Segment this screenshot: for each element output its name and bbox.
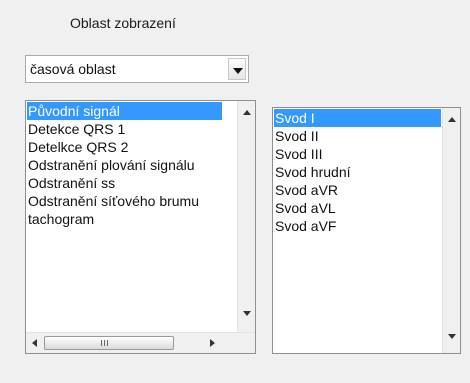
scroll-grip-icon: [101, 340, 102, 346]
list-item[interactable]: Odstranění plování signálu: [27, 156, 238, 174]
list-item[interactable]: Detekce QRS 1: [27, 120, 238, 138]
scroll-up-icon[interactable]: [243, 110, 251, 115]
scroll-grip-icon: [104, 340, 105, 346]
list-item[interactable]: Svod aVR: [274, 181, 441, 199]
list-item[interactable]: Původní signál: [27, 102, 222, 120]
signal-listbox[interactable]: Původní signál Detekce QRS 1 Detelkce QR…: [25, 100, 256, 354]
scroll-right-icon[interactable]: [210, 339, 215, 347]
list-item[interactable]: Odstranění ss: [27, 174, 238, 192]
list-item[interactable]: tachogram: [27, 210, 238, 228]
list-item[interactable]: Svod hrudní: [274, 163, 441, 181]
scroll-thumb[interactable]: [44, 336, 174, 350]
chevron-down-icon: [233, 68, 243, 74]
list-item[interactable]: Svod aVL: [274, 199, 441, 217]
vertical-scrollbar[interactable]: [237, 101, 255, 332]
display-domain-select[interactable]: časová oblast: [25, 55, 249, 83]
scroll-left-icon[interactable]: [32, 339, 37, 347]
list-item[interactable]: Detelkce QRS 2: [27, 138, 238, 156]
list-item[interactable]: Svod I: [274, 109, 441, 127]
list-item[interactable]: Svod II: [274, 127, 441, 145]
panel-title: Oblast zobrazení: [70, 15, 176, 31]
display-domain-value: časová oblast: [30, 61, 116, 77]
scroll-down-icon[interactable]: [448, 334, 456, 339]
list-item[interactable]: Svod aVF: [274, 217, 441, 235]
list-item[interactable]: Svod III: [274, 145, 441, 163]
dropdown-button[interactable]: [228, 58, 246, 80]
scroll-grip-icon: [107, 340, 108, 346]
vertical-scrollbar[interactable]: [442, 108, 460, 353]
scroll-up-icon[interactable]: [448, 117, 456, 122]
scroll-down-icon[interactable]: [243, 311, 251, 316]
lead-listbox[interactable]: Svod I Svod II Svod III Svod hrudní Svod…: [272, 107, 461, 354]
horizontal-scrollbar[interactable]: [26, 332, 255, 353]
list-item[interactable]: Odstranění síťového brumu: [27, 192, 238, 210]
